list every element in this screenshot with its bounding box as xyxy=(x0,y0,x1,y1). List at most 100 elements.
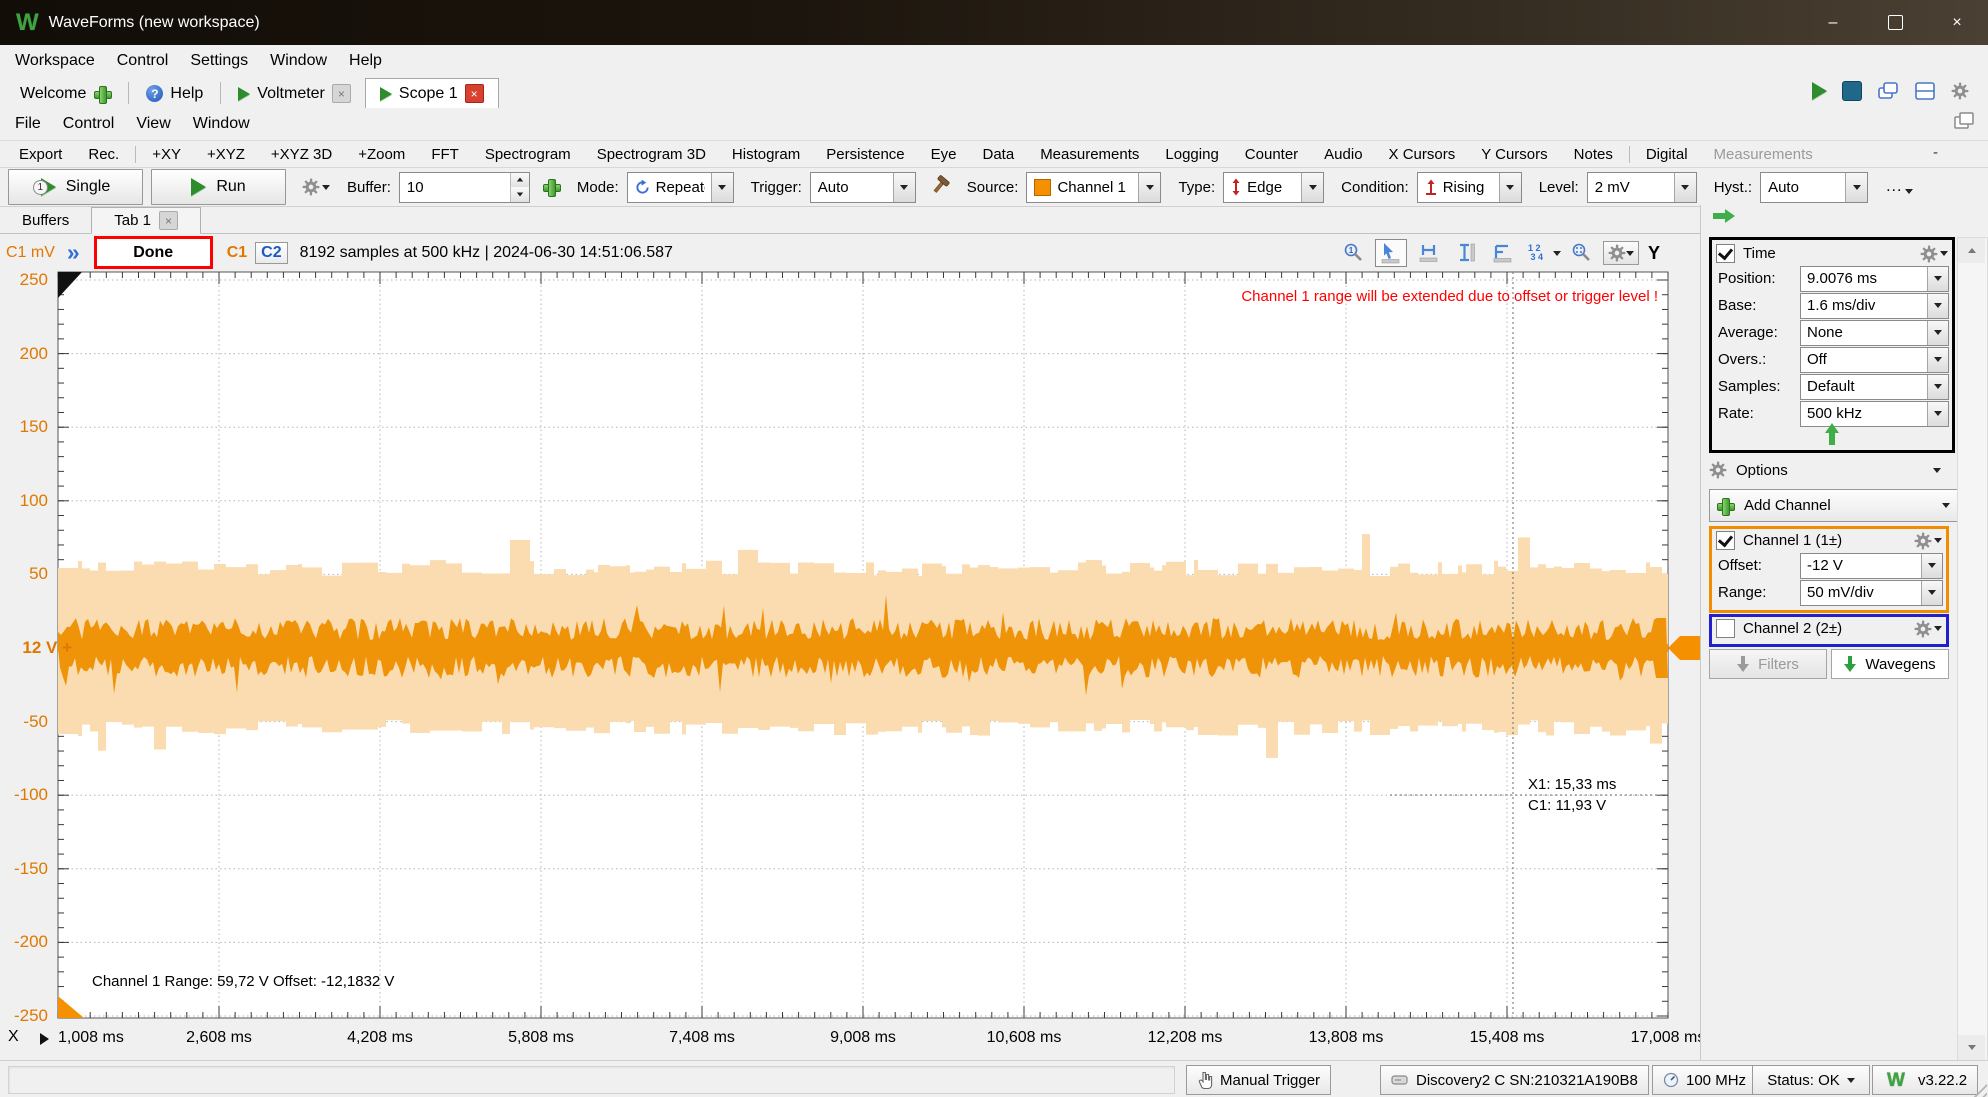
level-select[interactable]: 2 mV xyxy=(1587,172,1697,203)
detach-window-icon[interactable] xyxy=(1954,112,1974,134)
toolbar-item-audio[interactable]: Audio xyxy=(1311,146,1375,163)
scope-plot-area[interactable]: 2502001501005012 V +-50-100-150-200-250 … xyxy=(0,271,1700,1060)
source-select[interactable]: Channel 1 xyxy=(1026,172,1161,203)
version-button[interactable]: W v3.22.2 xyxy=(1872,1065,1978,1095)
toolbar-item-data[interactable]: Data xyxy=(970,146,1028,163)
toolbar-item-fft[interactable]: FFT xyxy=(418,146,472,163)
pointer-tool-icon[interactable] xyxy=(1375,239,1407,267)
single-button[interactable]: 1 Single xyxy=(8,169,143,205)
toolbar-item-xy[interactable]: +XY xyxy=(139,146,194,163)
stop-all-icon[interactable] xyxy=(1839,79,1865,103)
toolbar-item-xyz-3d[interactable]: +XYZ 3D xyxy=(258,146,345,163)
toolbar-item-y-cursors[interactable]: Y Cursors xyxy=(1468,146,1560,163)
toolbar-item-logging[interactable]: Logging xyxy=(1152,146,1231,163)
mode-select[interactable]: Repeated xyxy=(627,172,734,203)
x-cursor-tool-icon[interactable] xyxy=(1414,240,1444,266)
cursor-dropdown-icon[interactable] xyxy=(1553,251,1561,256)
condition-select[interactable]: Rising xyxy=(1417,172,1522,203)
scroll-up-icon[interactable] xyxy=(1958,238,1985,263)
edge-cursor-tool-icon[interactable] xyxy=(1488,240,1518,266)
time-arrow-icon[interactable] xyxy=(1825,423,1839,445)
hysteresis-select[interactable]: Auto xyxy=(1760,172,1868,203)
type-select[interactable]: Edge xyxy=(1223,172,1324,203)
channel1-offset-select[interactable]: -12 V xyxy=(1800,553,1943,579)
time-rate-select[interactable]: 500 kHz xyxy=(1800,401,1949,427)
panel-arrow-icon[interactable] xyxy=(1713,209,1735,223)
toolbar-item-notes[interactable]: Notes xyxy=(1561,146,1626,163)
channel1-range-select[interactable]: 50 mV/div xyxy=(1800,580,1943,606)
y-axis-button[interactable]: Y xyxy=(1648,243,1660,264)
manual-trigger-hammer-icon[interactable] xyxy=(930,175,950,199)
toolbar-item-digital[interactable]: Digital xyxy=(1633,146,1701,163)
zoom-fit-icon[interactable] xyxy=(1568,240,1596,266)
filters-button[interactable]: Filters xyxy=(1709,649,1827,679)
toolbar-item-export[interactable]: Export xyxy=(6,146,75,163)
tab-tab1[interactable]: Tab 1 × xyxy=(91,207,201,234)
expand-chevrons-icon[interactable]: » xyxy=(67,241,80,264)
tile-windows-icon[interactable] xyxy=(1911,79,1939,103)
toolbar-item-histogram[interactable]: Histogram xyxy=(719,146,813,163)
toolbar-item-persistence[interactable]: Persistence xyxy=(813,146,917,163)
channel1-gear-icon[interactable] xyxy=(1914,532,1932,550)
run-all-icon[interactable] xyxy=(1809,80,1830,102)
toolbar-item-rec[interactable]: Rec. xyxy=(75,146,132,163)
menu-help[interactable]: Help xyxy=(338,52,393,70)
toolbar-item-xyz[interactable]: +XYZ xyxy=(194,146,258,163)
time-samples-select[interactable]: Default xyxy=(1800,374,1949,400)
menu-window[interactable]: Window xyxy=(259,52,338,70)
maximize-button[interactable] xyxy=(1864,0,1926,45)
zoom-x1-icon[interactable]: 1 xyxy=(1340,240,1368,266)
trigger-select[interactable]: Auto xyxy=(810,172,916,203)
workspace-gear-icon[interactable] xyxy=(1948,80,1972,102)
buffer-input[interactable]: 10 xyxy=(399,172,530,203)
time-checkbox[interactable] xyxy=(1716,244,1735,263)
channel1-toggle[interactable]: C1 xyxy=(227,244,247,262)
tab-scope1[interactable]: Scope 1 × xyxy=(365,78,499,109)
y-axis-unit-label[interactable]: C1 mV xyxy=(6,244,55,262)
add-buffer-icon[interactable] xyxy=(542,178,560,196)
plot-settings-gear-icon[interactable] xyxy=(1603,241,1639,265)
scope-menu-view[interactable]: View xyxy=(125,115,181,133)
close-tab-icon[interactable]: × xyxy=(159,211,178,230)
y-cursor-tool-icon[interactable] xyxy=(1451,240,1481,266)
channel2-gear-icon[interactable] xyxy=(1914,620,1932,638)
tab-help[interactable]: ? Help xyxy=(132,79,217,108)
time-base-select[interactable]: 1.6 ms/div xyxy=(1800,293,1949,319)
minimize-button[interactable]: – xyxy=(1802,0,1864,45)
channel1-checkbox[interactable] xyxy=(1716,531,1735,550)
toolbar-item-eye[interactable]: Eye xyxy=(918,146,970,163)
toolbar-item-measurements[interactable]: Measurements xyxy=(1027,146,1152,163)
menu-settings[interactable]: Settings xyxy=(179,52,259,70)
close-tab-icon[interactable]: × xyxy=(332,84,351,103)
manual-trigger-button[interactable]: Manual Trigger xyxy=(1186,1065,1331,1095)
time-gear-icon[interactable] xyxy=(1920,245,1938,263)
options-row[interactable]: Options xyxy=(1709,457,1949,483)
scroll-down-icon[interactable] xyxy=(1958,1035,1985,1060)
tab-buffers[interactable]: Buffers xyxy=(0,208,91,233)
toolbar-item-spectrogram-3d[interactable]: Spectrogram 3D xyxy=(584,146,719,163)
add-channel-button[interactable]: Add Channel xyxy=(1709,489,1961,522)
run-button[interactable]: Run xyxy=(151,169,286,205)
scope-menu-file[interactable]: File xyxy=(4,115,52,133)
time-overs-select[interactable]: Off xyxy=(1800,347,1949,373)
close-button[interactable]: × xyxy=(1926,0,1988,45)
toolbar-item-zoom[interactable]: +Zoom xyxy=(345,146,418,163)
time-position-select[interactable]: 9.0076 ms xyxy=(1800,266,1949,292)
wavegens-button[interactable]: Wavegens xyxy=(1831,649,1949,679)
device-button[interactable]: Discovery2 C SN:210321A190B8 xyxy=(1380,1065,1649,1095)
more-options-button[interactable]: ... xyxy=(1886,178,1902,196)
status-button[interactable]: Status: OK xyxy=(1752,1065,1870,1095)
panel-scrollbar[interactable] xyxy=(1957,237,1988,1061)
cursor-numbers-icon[interactable]: 1 2 3 4 xyxy=(1525,242,1546,264)
menu-workspace[interactable]: Workspace xyxy=(4,52,106,70)
toolbar-item-spectrogram[interactable]: Spectrogram xyxy=(472,146,584,163)
tab-welcome[interactable]: Welcome xyxy=(6,79,125,108)
tab-voltmeter[interactable]: Voltmeter × xyxy=(224,79,365,108)
toolbar-collapse-button[interactable]: - xyxy=(1933,144,1938,161)
channel2-checkbox[interactable] xyxy=(1716,619,1735,638)
toolbar-item-x-cursors[interactable]: X Cursors xyxy=(1376,146,1469,163)
scope-menu-control[interactable]: Control xyxy=(52,115,126,133)
time-average-select[interactable]: None xyxy=(1800,320,1949,346)
menu-control[interactable]: Control xyxy=(106,52,180,70)
toolbar-item-counter[interactable]: Counter xyxy=(1232,146,1311,163)
